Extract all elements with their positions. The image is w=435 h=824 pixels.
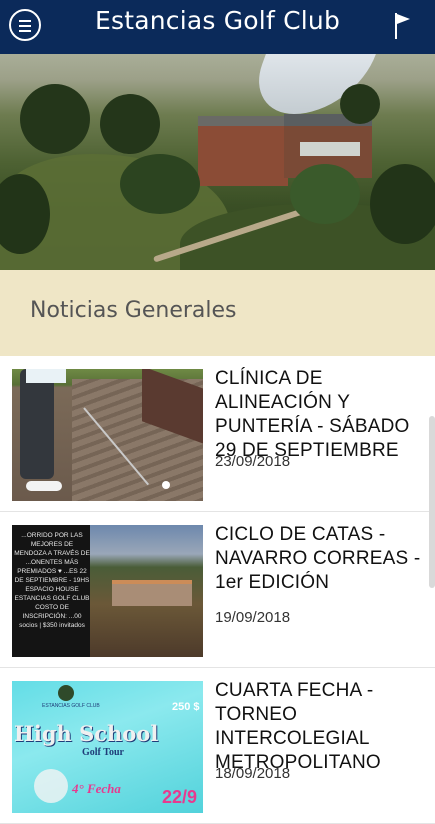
news-title[interactable]: CLÍNICA DE ALINEACIÓN Y PUNTERÍA - SÁBAD… bbox=[215, 367, 425, 463]
flag-icon[interactable] bbox=[393, 11, 413, 41]
thumbnail-subheading: Golf Tour bbox=[82, 747, 124, 758]
news-date: 18/09/2018 bbox=[215, 765, 291, 782]
thumbnail-fecha: 4° Fecha bbox=[72, 781, 121, 796]
news-item[interactable]: ...ORRIDO POR LAS MEJORES DE MENDOZA A T… bbox=[0, 512, 435, 668]
news-thumbnail[interactable]: ESTANCIAS GOLF CLUB 250 $ High School Go… bbox=[12, 681, 203, 813]
news-thumbnail[interactable] bbox=[12, 369, 203, 501]
news-title[interactable]: CICLO DE CATAS - NAVARRO CORREAS - 1er E… bbox=[215, 523, 425, 595]
thumbnail-logo-text: ESTANCIAS GOLF CLUB bbox=[42, 703, 100, 709]
news-item[interactable]: CLÍNICA DE ALINEACIÓN Y PUNTERÍA - SÁBAD… bbox=[0, 356, 435, 512]
thumbnail-heading: High School bbox=[14, 721, 159, 746]
news-title[interactable]: CUARTA FECHA - TORNEO INTERCOLEGIAL METR… bbox=[215, 679, 425, 775]
thumbnail-date: 22/9 bbox=[162, 787, 198, 807]
section-header: Noticias Generales bbox=[0, 270, 435, 356]
news-list: CLÍNICA DE ALINEACIÓN Y PUNTERÍA - SÁBAD… bbox=[0, 356, 435, 824]
news-date: 23/09/2018 bbox=[215, 453, 291, 470]
news-thumbnail[interactable]: ...ORRIDO POR LAS MEJORES DE MENDOZA A T… bbox=[12, 525, 203, 657]
news-date: 19/09/2018 bbox=[215, 609, 291, 626]
scrollbar[interactable] bbox=[429, 416, 435, 588]
hero-image bbox=[0, 54, 435, 270]
app-header: Estancias Golf Club bbox=[0, 0, 435, 54]
news-item[interactable]: ESTANCIAS GOLF CLUB 250 $ High School Go… bbox=[0, 668, 435, 824]
app-title: Estancias Golf Club bbox=[94, 6, 341, 35]
thumbnail-price: 250 $ bbox=[172, 701, 200, 713]
section-title: Noticias Generales bbox=[30, 298, 237, 323]
thumbnail-text: ...ORRIDO POR LAS MEJORES DE MENDOZA A T… bbox=[14, 532, 90, 629]
